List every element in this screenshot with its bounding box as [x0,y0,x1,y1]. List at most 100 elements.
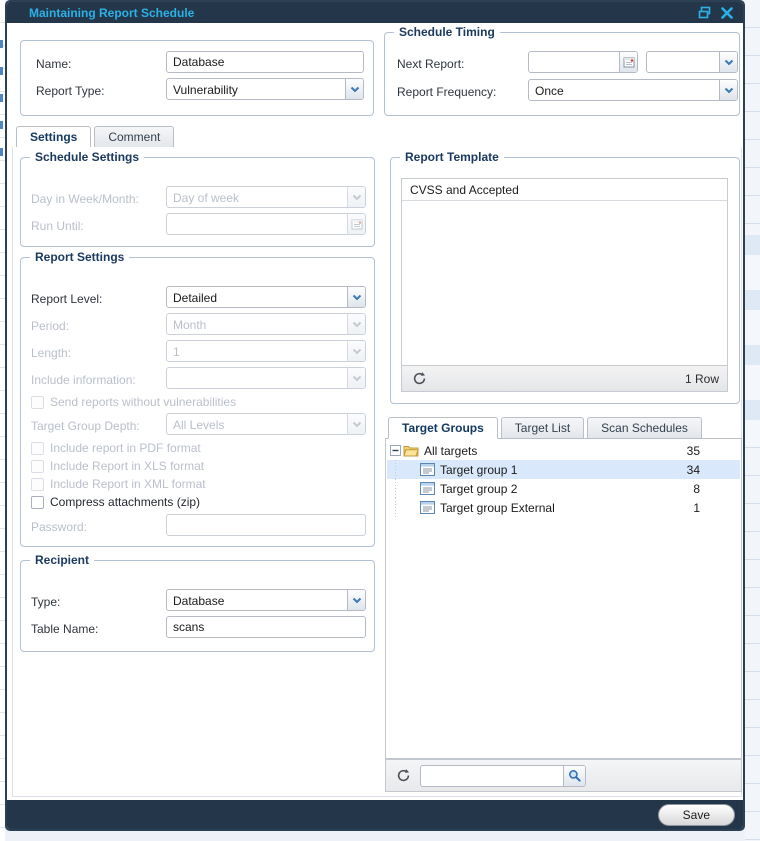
tree-count: 1 [693,501,700,515]
folder-open-icon [403,444,419,457]
tree-collapse-minus-icon[interactable] [387,445,403,456]
background-page-right [745,0,760,841]
tab-target-groups[interactable]: Target Groups [388,417,498,439]
search-icon[interactable] [563,766,585,786]
target-tree-toolbar [385,759,742,792]
length-select: 1 [166,340,366,362]
schedule-settings-legend: Schedule Settings [30,150,144,164]
next-report-label: Next Report: [397,57,464,71]
report-level-select[interactable]: Detailed [166,286,366,308]
chevron-down-icon[interactable] [719,52,737,72]
run-until-label: Run Until: [31,219,84,233]
compress-zip-checkbox[interactable]: Compress attachments (zip) [31,495,200,509]
recipient-type-label: Type: [31,595,60,609]
day-in-week-month-select: Day of week [166,186,366,208]
table-name-input[interactable] [166,616,366,638]
report-level-label: Report Level: [31,292,102,306]
table-name-label: Table Name: [31,622,98,636]
schedule-timing-fieldset: Schedule Timing Next Report: Report Freq… [384,32,740,116]
name-label: Name: [36,57,71,71]
chevron-down-icon [347,341,365,361]
checkbox-icon [31,442,44,455]
next-report-time-select[interactable] [646,51,738,73]
chevron-down-icon [347,314,365,334]
recipient-legend: Recipient [30,553,94,567]
include-information-label: Include information: [31,373,136,387]
tab-target-list[interactable]: Target List [501,417,584,438]
schedule-timing-legend: Schedule Timing [394,25,500,39]
chevron-down-icon [347,368,365,388]
target-group-list-icon [420,501,435,514]
target-group-list-icon [420,482,435,495]
send-without-vulns-checkbox: Send reports without vulnerabilities [31,395,236,409]
day-in-week-month-label: Day in Week/Month: [31,192,139,206]
include-xls-checkbox: Include Report in XLS format [31,459,204,473]
calendar-icon[interactable] [619,52,637,72]
checkbox-icon [31,460,44,473]
include-pdf-checkbox: Include report in PDF format [31,441,201,455]
dialog-title: Maintaining Report Schedule [29,6,194,20]
name-input[interactable] [166,51,364,73]
report-template-row[interactable]: CVSS and Accepted [402,179,727,201]
maintaining-report-schedule-dialog: Maintaining Report Schedule Name: Report… [5,0,745,831]
report-template-footer: 1 Row [402,365,727,391]
recipient-fieldset: Recipient Type: Database Table Name: [20,560,375,652]
tree-count: 34 [687,463,700,477]
close-icon[interactable] [720,6,734,20]
report-settings-legend: Report Settings [30,250,129,264]
include-xml-checkbox: Include Report in XML format [31,477,206,491]
row-count-label: 1 Row [685,372,719,386]
chevron-down-icon [347,414,365,434]
target-panel: Target Groups Target List Scan Schedules… [385,415,742,792]
chevron-down-icon[interactable] [719,80,737,100]
target-group-depth-select: All Levels [166,413,366,435]
tab-scan-schedules[interactable]: Scan Schedules [587,417,702,438]
tree-item-target-group-1[interactable]: Target group 1 34 [387,460,740,479]
main-tabstrip: Settings Comment [12,125,742,148]
target-group-depth-label: Target Group Depth: [31,419,140,433]
restore-window-icon[interactable] [697,6,711,20]
report-frequency-select[interactable]: Once [528,79,738,101]
password-input [166,514,366,536]
tree-item-target-group-2[interactable]: Target group 2 8 [387,479,740,498]
tree-item-all-targets[interactable]: All targets 35 [387,441,740,460]
checkbox-icon[interactable] [31,496,44,509]
report-template-list: CVSS and Accepted 1 Row [401,178,728,392]
report-template-legend: Report Template [400,150,504,164]
chevron-down-icon [347,187,365,207]
refresh-icon[interactable] [410,370,428,388]
calendar-icon [347,214,365,234]
chevron-down-icon[interactable] [347,590,365,610]
next-report-date-field[interactable] [528,51,638,73]
target-tabstrip: Target Groups Target List Scan Schedules [385,415,742,439]
target-search-input[interactable] [420,765,586,787]
recipient-type-select[interactable]: Database [166,589,366,611]
checkbox-icon [31,478,44,491]
dialog-titlebar[interactable]: Maintaining Report Schedule [7,2,743,23]
tree-count: 8 [693,482,700,496]
tree-count: 35 [687,444,700,458]
report-type-label: Report Type: [36,84,104,98]
schedule-settings-fieldset: Schedule Settings Day in Week/Month: Day… [20,157,375,247]
password-label: Password: [31,520,87,534]
dialog-footer: Save [7,800,743,829]
chevron-down-icon[interactable] [347,287,365,307]
tree-item-target-group-external[interactable]: Target group External 1 [387,498,740,517]
period-label: Period: [31,319,69,333]
report-frequency-label: Report Frequency: [397,85,496,99]
report-type-select[interactable]: Vulnerability [166,78,364,100]
chevron-down-icon[interactable] [345,79,363,99]
general-box: Name: Report Type: Vulnerability [20,40,374,116]
target-groups-tree: All targets 35 Target group 1 34 Target … [385,439,742,759]
period-select: Month [166,313,366,335]
target-group-list-icon [420,463,435,476]
report-template-fieldset: Report Template CVSS and Accepted 1 Row [390,157,740,404]
tab-settings[interactable]: Settings [16,126,91,148]
refresh-icon[interactable] [394,767,412,785]
include-information-select [166,367,366,389]
save-button[interactable]: Save [658,804,735,826]
run-until-date-field [166,213,366,235]
tab-comment[interactable]: Comment [94,126,174,147]
report-settings-fieldset: Report Settings Report Level: Detailed P… [20,257,375,547]
length-label: Length: [31,346,71,360]
